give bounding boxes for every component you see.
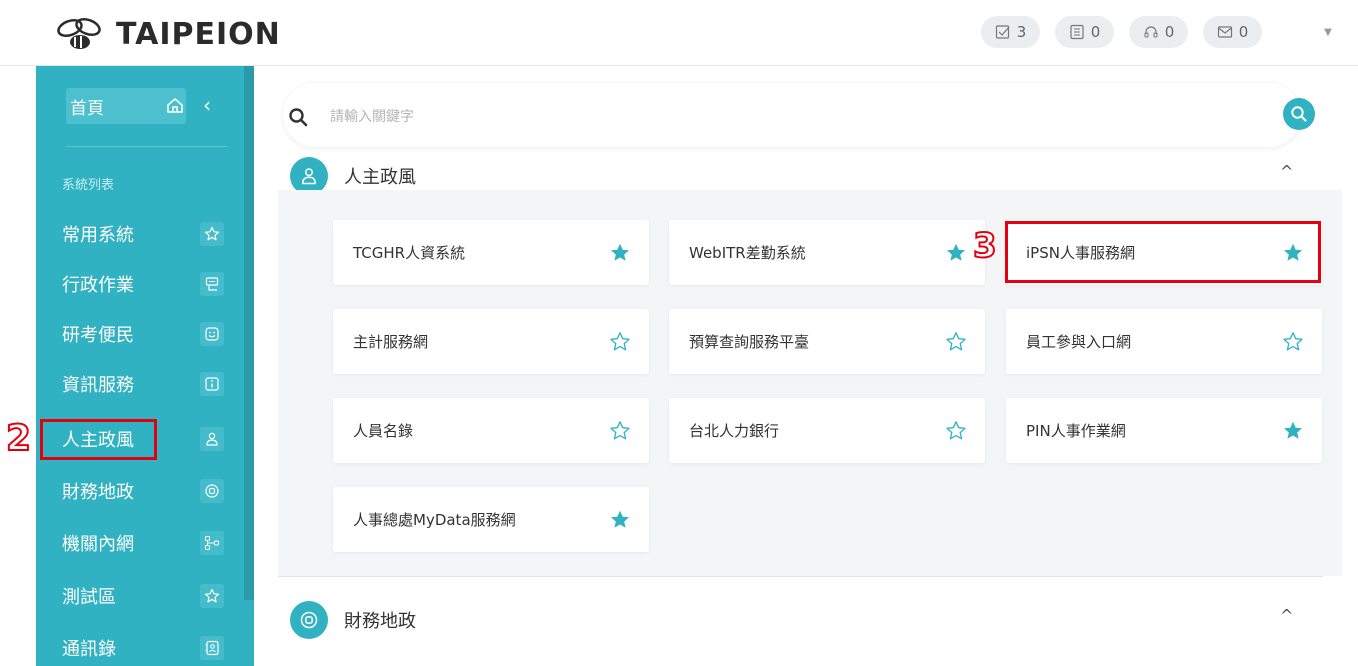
bee-logo-icon bbox=[57, 17, 101, 49]
search-submit-button[interactable] bbox=[1283, 98, 1315, 130]
chevron-up-icon[interactable]: ^ bbox=[1280, 162, 1293, 181]
home-icon bbox=[167, 98, 183, 113]
sidebar-item-label: 通訊錄 bbox=[62, 639, 116, 660]
sidebar-item-label: 機關內網 bbox=[62, 534, 134, 555]
system-card[interactable]: 員工參與入口網 bbox=[1006, 309, 1322, 374]
caret-down-icon[interactable]: ▼ bbox=[1320, 22, 1336, 42]
category-title: 財務地政 bbox=[344, 611, 416, 632]
coin-icon bbox=[290, 601, 328, 639]
sidebar-item-favorites[interactable]: 常用系統 bbox=[62, 216, 232, 252]
card-label: TCGHR人資系統 bbox=[353, 244, 466, 262]
person-icon bbox=[200, 427, 224, 451]
sidebar-scrollbar[interactable] bbox=[244, 66, 254, 600]
card-label: 主計服務網 bbox=[353, 333, 429, 351]
sidebar-item-info[interactable]: 資訊服務 bbox=[62, 366, 232, 402]
step3-number: 3 bbox=[972, 225, 998, 267]
chevron-up-icon[interactable]: ^ bbox=[1280, 606, 1293, 625]
system-card[interactable]: 台北人力銀行 bbox=[669, 398, 985, 463]
star-outline-icon[interactable] bbox=[609, 420, 631, 442]
search-input[interactable] bbox=[330, 104, 1230, 130]
star-filled-icon[interactable] bbox=[1282, 420, 1304, 442]
step3-highlight-box bbox=[1005, 221, 1321, 283]
category-header-finance[interactable]: 財務地政 ^ bbox=[290, 600, 1320, 640]
tasks-badge[interactable]: 3 bbox=[981, 16, 1040, 48]
sidebar-item-test[interactable]: 測試區 bbox=[62, 578, 232, 614]
forms-count: 0 bbox=[1090, 23, 1101, 41]
star-filled-icon[interactable] bbox=[945, 242, 967, 264]
search-icon bbox=[1291, 106, 1307, 122]
sidebar-item-finance[interactable]: 財務地政 bbox=[62, 473, 232, 509]
card-label: PIN人事作業網 bbox=[1026, 422, 1126, 440]
star-outline-icon[interactable] bbox=[1282, 331, 1304, 353]
star-outline-icon[interactable] bbox=[945, 331, 967, 353]
category-title: 人主政風 bbox=[344, 167, 416, 188]
tasks-count: 3 bbox=[1016, 23, 1027, 41]
star-outline-icon bbox=[200, 584, 224, 608]
sidebar-item-label: 行政作業 bbox=[62, 275, 134, 296]
info-icon bbox=[200, 372, 224, 396]
card-label: 人事總處MyData服務網 bbox=[353, 511, 516, 529]
sidebar-divider bbox=[66, 146, 227, 147]
sidebar-collapse-icon[interactable]: ‹ bbox=[203, 95, 211, 115]
sidebar-item-label: 測試區 bbox=[62, 587, 116, 608]
star-outline-icon[interactable] bbox=[945, 420, 967, 442]
mail-badge[interactable]: 0 bbox=[1203, 16, 1262, 48]
system-card[interactable]: WebITR差勤系統 bbox=[669, 220, 985, 285]
system-card[interactable]: 人員名錄 bbox=[333, 398, 649, 463]
list-icon bbox=[1070, 24, 1084, 40]
support-badge[interactable]: 0 bbox=[1129, 16, 1188, 48]
smile-icon bbox=[200, 322, 224, 346]
card-label: 員工參與入口網 bbox=[1026, 333, 1132, 351]
contacts-icon bbox=[200, 636, 224, 660]
mail-count: 0 bbox=[1238, 23, 1249, 41]
sidebar-item-intranet[interactable]: 機關內網 bbox=[62, 525, 232, 561]
headset-icon bbox=[1144, 26, 1158, 38]
star-outline-icon bbox=[200, 222, 224, 246]
step2-highlight-box bbox=[40, 419, 157, 460]
sidebar-item-admin[interactable]: 行政作業 bbox=[62, 266, 232, 302]
coin-icon bbox=[200, 479, 224, 503]
support-count: 0 bbox=[1164, 23, 1175, 41]
system-card[interactable]: 主計服務網 bbox=[333, 309, 649, 374]
search-icon bbox=[289, 108, 308, 127]
sidebar-item-label: 財務地政 bbox=[62, 482, 134, 503]
system-card[interactable]: 預算查詢服務平臺 bbox=[669, 309, 985, 374]
sidebar-item-label: 研考便民 bbox=[62, 325, 134, 346]
sidebar-section-label: 系統列表 bbox=[62, 178, 115, 193]
card-label: 台北人力銀行 bbox=[689, 422, 780, 440]
checkbox-icon bbox=[995, 25, 1010, 39]
top-header: TAIPEION 3 0 0 0 ▼ bbox=[0, 0, 1358, 66]
sidebar-item-contacts[interactable]: 通訊錄 bbox=[62, 630, 232, 666]
card-label: 預算查詢服務平臺 bbox=[689, 333, 810, 351]
system-card[interactable]: 人事總處MyData服務網 bbox=[333, 487, 649, 552]
taipeion-logo[interactable]: TAIPEION bbox=[56, 14, 281, 54]
system-card[interactable]: PIN人事作業網 bbox=[1006, 398, 1322, 463]
card-label: WebITR差勤系統 bbox=[689, 244, 806, 262]
category-divider bbox=[278, 576, 1323, 577]
system-card[interactable]: TCGHR人資系統 bbox=[333, 220, 649, 285]
sidebar-item-research[interactable]: 研考便民 bbox=[62, 316, 232, 352]
card-label: 人員名錄 bbox=[353, 422, 414, 440]
sidebar-item-label: 常用系統 bbox=[62, 225, 134, 246]
star-filled-icon[interactable] bbox=[609, 242, 631, 264]
sidebar-home-label: 首頁 bbox=[70, 99, 104, 119]
notification-badges: 3 0 0 0 bbox=[981, 16, 1262, 48]
forms-badge[interactable]: 0 bbox=[1055, 16, 1114, 48]
star-filled-icon[interactable] bbox=[609, 509, 631, 531]
logo-text: TAIPEION bbox=[116, 16, 281, 52]
form-icon bbox=[200, 272, 224, 296]
mail-icon bbox=[1217, 26, 1232, 38]
step2-number: 2 bbox=[5, 417, 32, 460]
network-icon bbox=[200, 531, 224, 555]
star-outline-icon[interactable] bbox=[609, 331, 631, 353]
sidebar-item-label: 資訊服務 bbox=[62, 375, 134, 396]
